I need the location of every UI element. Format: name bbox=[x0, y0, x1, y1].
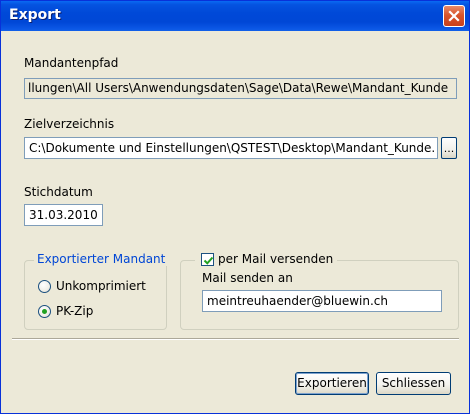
dialog-body: Mandantenpfad llungen\All Users\Anwendun… bbox=[1, 31, 469, 413]
zielverzeichnis-input[interactable]: C:\Dokumente und Einstellungen\QSTEST\De… bbox=[24, 137, 438, 159]
exportierter-mandant-legend: Exportierter Mandant bbox=[34, 252, 169, 266]
per-mail-label[interactable]: per Mail versenden bbox=[218, 252, 333, 266]
radio-unkomprimiert[interactable] bbox=[38, 280, 51, 293]
separator-line bbox=[12, 338, 459, 340]
title-bar[interactable]: Export bbox=[1, 1, 469, 31]
radio-pk-zip-label[interactable]: PK-Zip bbox=[56, 304, 93, 318]
stichdatum-input[interactable]: 31.03.2010 bbox=[24, 204, 103, 226]
exportierter-mandant-group bbox=[24, 260, 167, 330]
close-icon bbox=[448, 10, 460, 22]
schliessen-button[interactable]: Schliessen bbox=[376, 372, 451, 395]
per-mail-checkbox[interactable] bbox=[201, 253, 214, 266]
radio-selected-dot bbox=[42, 309, 47, 314]
checkmark-icon bbox=[203, 256, 214, 265]
mail-address-input[interactable]: meintreuhaender@bluewin.ch bbox=[202, 290, 442, 312]
radio-unkomprimiert-label[interactable]: Unkomprimiert bbox=[56, 279, 146, 293]
radio-pk-zip[interactable] bbox=[38, 305, 51, 318]
window-title: Export bbox=[9, 7, 61, 23]
zielverzeichnis-label: Zielverzeichnis bbox=[24, 117, 115, 131]
export-dialog: Export Mandantenpfad llungen\All Users\A… bbox=[0, 0, 470, 414]
mandantenpfad-value: llungen\All Users\Anwendungsdaten\Sage\D… bbox=[28, 81, 449, 95]
mail-address-label: Mail senden an bbox=[202, 271, 293, 285]
mandantenpfad-label: Mandantenpfad bbox=[24, 56, 119, 70]
browse-button[interactable]: ... bbox=[441, 137, 457, 159]
stichdatum-label: Stichdatum bbox=[24, 185, 93, 199]
mandantenpfad-field: llungen\All Users\Anwendungsdaten\Sage\D… bbox=[24, 78, 457, 99]
exportieren-button[interactable]: Exportieren bbox=[295, 372, 369, 395]
close-button[interactable] bbox=[443, 5, 465, 27]
